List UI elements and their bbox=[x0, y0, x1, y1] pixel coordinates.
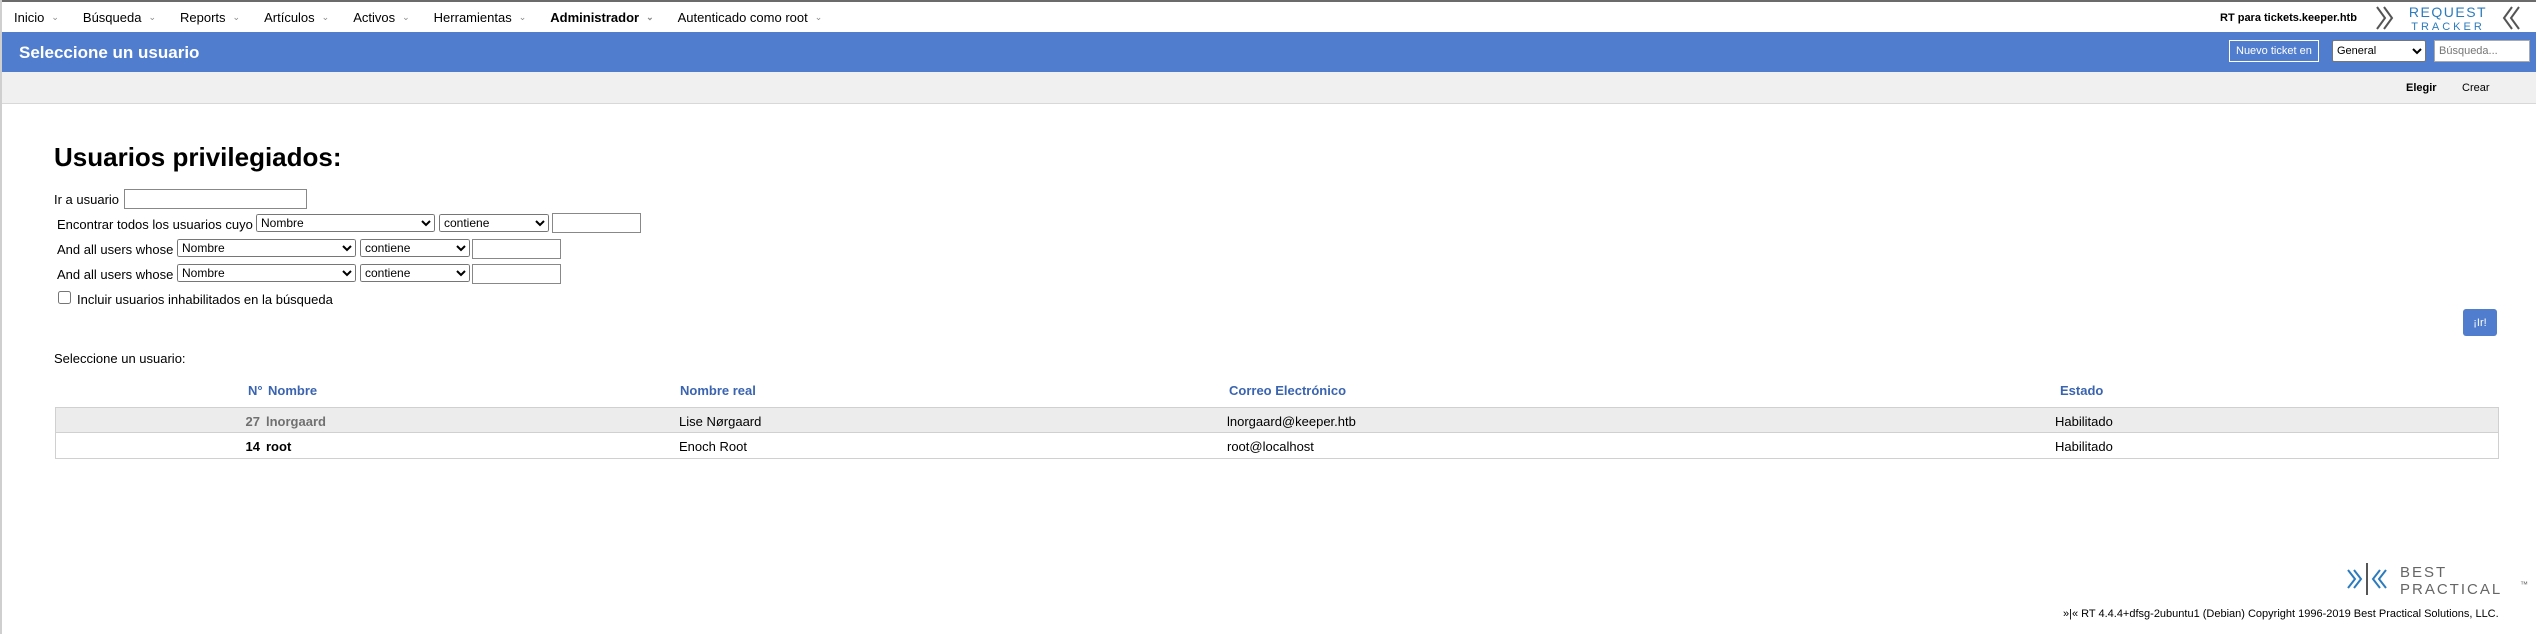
chevron-down-icon: ⌄ bbox=[148, 12, 157, 22]
menu-item-reports[interactable]: Reports ⌄ bbox=[180, 10, 240, 25]
user-real-name: Enoch Root bbox=[679, 439, 747, 454]
user-id[interactable]: 27 bbox=[196, 414, 260, 429]
logo-text-top: BEST bbox=[2400, 564, 2447, 581]
filter-value-input-2[interactable] bbox=[472, 239, 561, 259]
user-real-name: Lise Nørgaard bbox=[679, 414, 762, 429]
best-practical-logo[interactable]: BEST PRACTICAL ™ bbox=[2344, 560, 2530, 598]
top-navigation-bar: Inicio ⌄ Búsqueda ⌄ Reports ⌄ Artículos ⌄ Ac… bbox=[2, 0, 2536, 32]
filter-field-select-1[interactable]: Nombre bbox=[256, 214, 435, 232]
column-header-real-name[interactable]: Nombre real bbox=[680, 383, 756, 398]
column-header-id[interactable]: N° bbox=[248, 383, 263, 398]
chevron-down-icon: ⌄ bbox=[402, 12, 410, 22]
menu-item-administrador[interactable]: Administrador ⌄ bbox=[550, 10, 653, 25]
filter-field-select-3[interactable]: Nombre bbox=[177, 264, 356, 282]
site-name: RT para tickets.keeper.htb bbox=[2220, 12, 2357, 24]
logo-text-top: REQUEST bbox=[2409, 4, 2487, 20]
main-menu: Inicio ⌄ Búsqueda ⌄ Reports ⌄ Artículos ⌄ Ac… bbox=[14, 10, 846, 25]
user-email: root@localhost bbox=[1227, 439, 1314, 454]
menu-item-label: Reports bbox=[180, 10, 226, 25]
menu-item-user[interactable]: Autenticado como root ⌄ bbox=[678, 10, 823, 25]
chevron-down-icon: ⌄ bbox=[646, 12, 654, 22]
filter-label-2: And all users whose bbox=[57, 242, 174, 257]
menu-item-inicio[interactable]: Inicio ⌄ bbox=[14, 10, 59, 25]
menu-item-label: Artículos bbox=[264, 10, 315, 25]
menu-item-label: Administrador bbox=[550, 10, 640, 25]
include-disabled-checkbox[interactable] bbox=[58, 291, 71, 304]
page-header: Seleccione un usuario Nuevo ticket en Ge… bbox=[2, 32, 2536, 72]
chevron-down-icon: ⌄ bbox=[321, 12, 330, 22]
filter-op-select-2[interactable]: contiene bbox=[360, 239, 470, 257]
logo-text-bottom: TRACKER bbox=[2411, 21, 2485, 32]
filter-label-3: And all users whose bbox=[57, 267, 174, 282]
chevron-down-icon: ⌄ bbox=[51, 12, 59, 22]
goto-user-label: Ir a usuario bbox=[54, 192, 120, 207]
filter-op-select-3[interactable]: contiene bbox=[360, 264, 470, 282]
menu-item-activos[interactable]: Activos ⌄ bbox=[353, 10, 409, 25]
table-row[interactable]: 27 lnorgaard Lise Nørgaard lnorgaard@kee… bbox=[55, 407, 2499, 433]
column-header-status[interactable]: Estado bbox=[2060, 383, 2103, 398]
include-disabled-label: Incluir usuarios inhabilitados en la bús… bbox=[77, 292, 333, 307]
filter-op-select-1[interactable]: contiene bbox=[439, 214, 549, 232]
new-ticket-button[interactable]: Nuevo ticket en bbox=[2229, 40, 2319, 62]
column-header-name[interactable]: Nombre bbox=[268, 383, 317, 398]
footer-copyright: »|« RT 4.4.4+dfsg-2ubuntu1 (Debian) Copy… bbox=[2063, 608, 2499, 620]
filter-label-1: Encontrar todos los usuarios cuyo bbox=[57, 217, 253, 232]
request-tracker-logo[interactable]: REQUEST TRACKER bbox=[2375, 4, 2521, 32]
chevron-down-icon: ⌄ bbox=[814, 12, 823, 22]
user-status: Habilitado bbox=[2055, 414, 2113, 429]
menu-item-label: Inicio bbox=[14, 10, 45, 25]
menu-item-articulos[interactable]: Artículos ⌄ bbox=[264, 10, 329, 25]
user-name-link[interactable]: lnorgaard bbox=[266, 414, 326, 429]
filter-value-input-3[interactable] bbox=[472, 264, 561, 284]
menu-item-label: Autenticado como root bbox=[677, 10, 808, 25]
chevron-down-icon: ⌄ bbox=[232, 12, 241, 22]
user-email: lnorgaard@keeper.htb bbox=[1227, 414, 1356, 429]
table-row[interactable]: 14 root Enoch Root root@localhost Habili… bbox=[55, 433, 2499, 459]
menu-item-label: Herramientas bbox=[433, 10, 512, 25]
logo-trademark: ™ bbox=[2520, 580, 2528, 589]
chevron-down-icon: ⌄ bbox=[518, 12, 527, 22]
select-user-label: Seleccione un usuario: bbox=[54, 351, 186, 366]
menu-item-busqueda[interactable]: Búsqueda ⌄ bbox=[83, 10, 156, 25]
page-menu-elegir[interactable]: Elegir bbox=[2406, 82, 2437, 94]
queue-select[interactable]: General bbox=[2332, 40, 2426, 62]
search-input[interactable] bbox=[2434, 40, 2530, 62]
page-menu-crear[interactable]: Crear bbox=[2462, 82, 2490, 94]
user-name-link[interactable]: root bbox=[266, 439, 291, 454]
section-heading: Usuarios privilegiados: bbox=[54, 142, 342, 172]
page-menu: Elegir Crear bbox=[2, 72, 2536, 104]
filter-value-input-1[interactable] bbox=[552, 213, 641, 233]
go-button[interactable]: ¡Ir! bbox=[2463, 309, 2497, 336]
menu-item-herramientas[interactable]: Herramientas ⌄ bbox=[434, 10, 527, 25]
filter-field-select-2[interactable]: Nombre bbox=[177, 239, 356, 257]
menu-item-label: Búsqueda bbox=[82, 10, 142, 25]
column-header-email[interactable]: Correo Electrónico bbox=[1229, 383, 1346, 398]
user-id[interactable]: 14 bbox=[196, 439, 260, 454]
goto-user-input[interactable] bbox=[124, 189, 307, 209]
page-title: Seleccione un usuario bbox=[19, 43, 200, 62]
logo-text-bottom: PRACTICAL bbox=[2400, 581, 2502, 598]
user-status: Habilitado bbox=[2055, 439, 2113, 454]
menu-item-label: Activos bbox=[353, 10, 396, 25]
